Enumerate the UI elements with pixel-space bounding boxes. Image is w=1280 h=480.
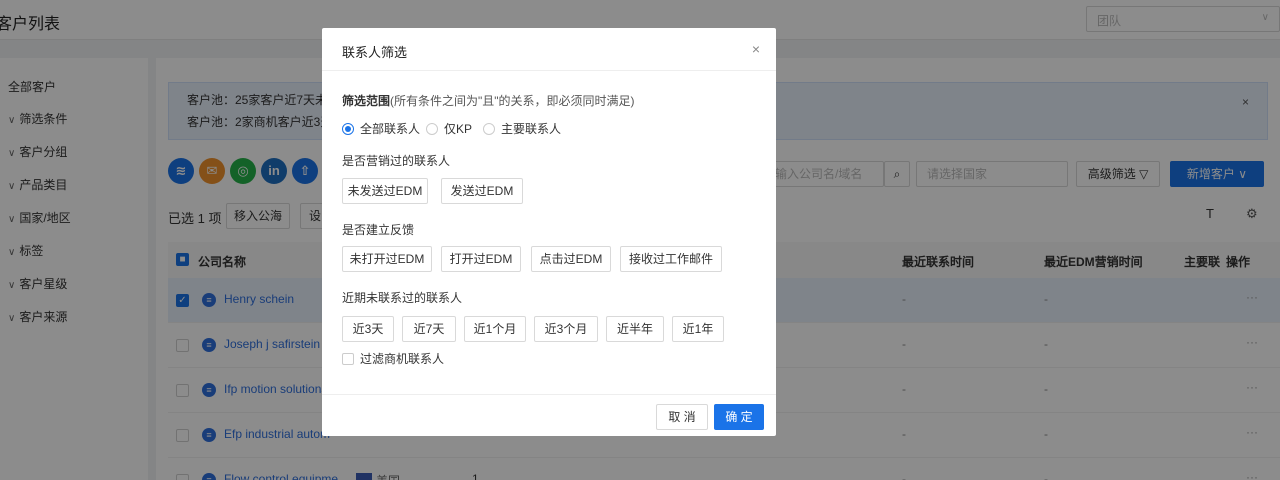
section-recent: 近期未联系过的联系人 xyxy=(342,291,463,305)
radio-kp-only[interactable]: 仅KP xyxy=(426,120,472,137)
radio-all-contacts[interactable]: 全部联系人 xyxy=(342,120,420,137)
radio-dot-icon xyxy=(342,123,354,135)
tag-work-mail-received[interactable]: 接收过工作邮件 xyxy=(620,246,722,272)
filter-opportunity-checkbox[interactable]: 过滤商机联系人 xyxy=(342,350,444,367)
modal-header: 联系人筛选 × xyxy=(322,28,776,71)
section-feedback: 是否建立反馈 xyxy=(342,223,415,237)
checkbox-box xyxy=(342,353,354,365)
scope-heading: 筛选范围(所有条件之间为"且"的关系，即必须同时满足) xyxy=(342,92,635,109)
radio-label: 主要联系人 xyxy=(501,122,562,136)
tag-edm-opened[interactable]: 打开过EDM xyxy=(441,246,521,272)
tag-edm-sent[interactable]: 发送过EDM xyxy=(441,178,523,204)
scope-label: 筛选范围 xyxy=(342,94,391,108)
section-marketed: 是否营销过的联系人 xyxy=(342,154,451,168)
checkbox-label: 过滤商机联系人 xyxy=(360,352,445,366)
radio-label: 仅KP xyxy=(444,122,473,136)
scope-hint: (所有条件之间为"且"的关系，即必须同时满足) xyxy=(390,94,635,108)
confirm-button[interactable]: 确 定 xyxy=(714,404,764,430)
tag-edm-unopened[interactable]: 未打开过EDM xyxy=(342,246,432,272)
radio-main-contact[interactable]: 主要联系人 xyxy=(483,120,561,137)
radio-dot-icon xyxy=(426,123,438,135)
contact-filter-modal: 联系人筛选 × 筛选范围(所有条件之间为"且"的关系，即必须同时满足) 全部联系… xyxy=(322,28,776,436)
tag-recent-1y[interactable]: 近1年 xyxy=(672,316,724,342)
tag-recent-half-year[interactable]: 近半年 xyxy=(606,316,664,342)
radio-dot-icon xyxy=(483,123,495,135)
tag-no-edm-sent[interactable]: 未发送过EDM xyxy=(342,178,428,204)
radio-label: 全部联系人 xyxy=(360,122,421,136)
tag-edm-clicked[interactable]: 点击过EDM xyxy=(531,246,611,272)
tag-recent-7d[interactable]: 近7天 xyxy=(402,316,456,342)
modal-footer: 取 消 确 定 xyxy=(322,394,776,436)
tag-recent-1m[interactable]: 近1个月 xyxy=(464,316,526,342)
cancel-button[interactable]: 取 消 xyxy=(656,404,708,430)
tag-recent-3m[interactable]: 近3个月 xyxy=(534,316,598,342)
close-icon[interactable]: × xyxy=(752,41,760,57)
tag-recent-3d[interactable]: 近3天 xyxy=(342,316,394,342)
modal-title: 联系人筛选 xyxy=(342,45,408,60)
